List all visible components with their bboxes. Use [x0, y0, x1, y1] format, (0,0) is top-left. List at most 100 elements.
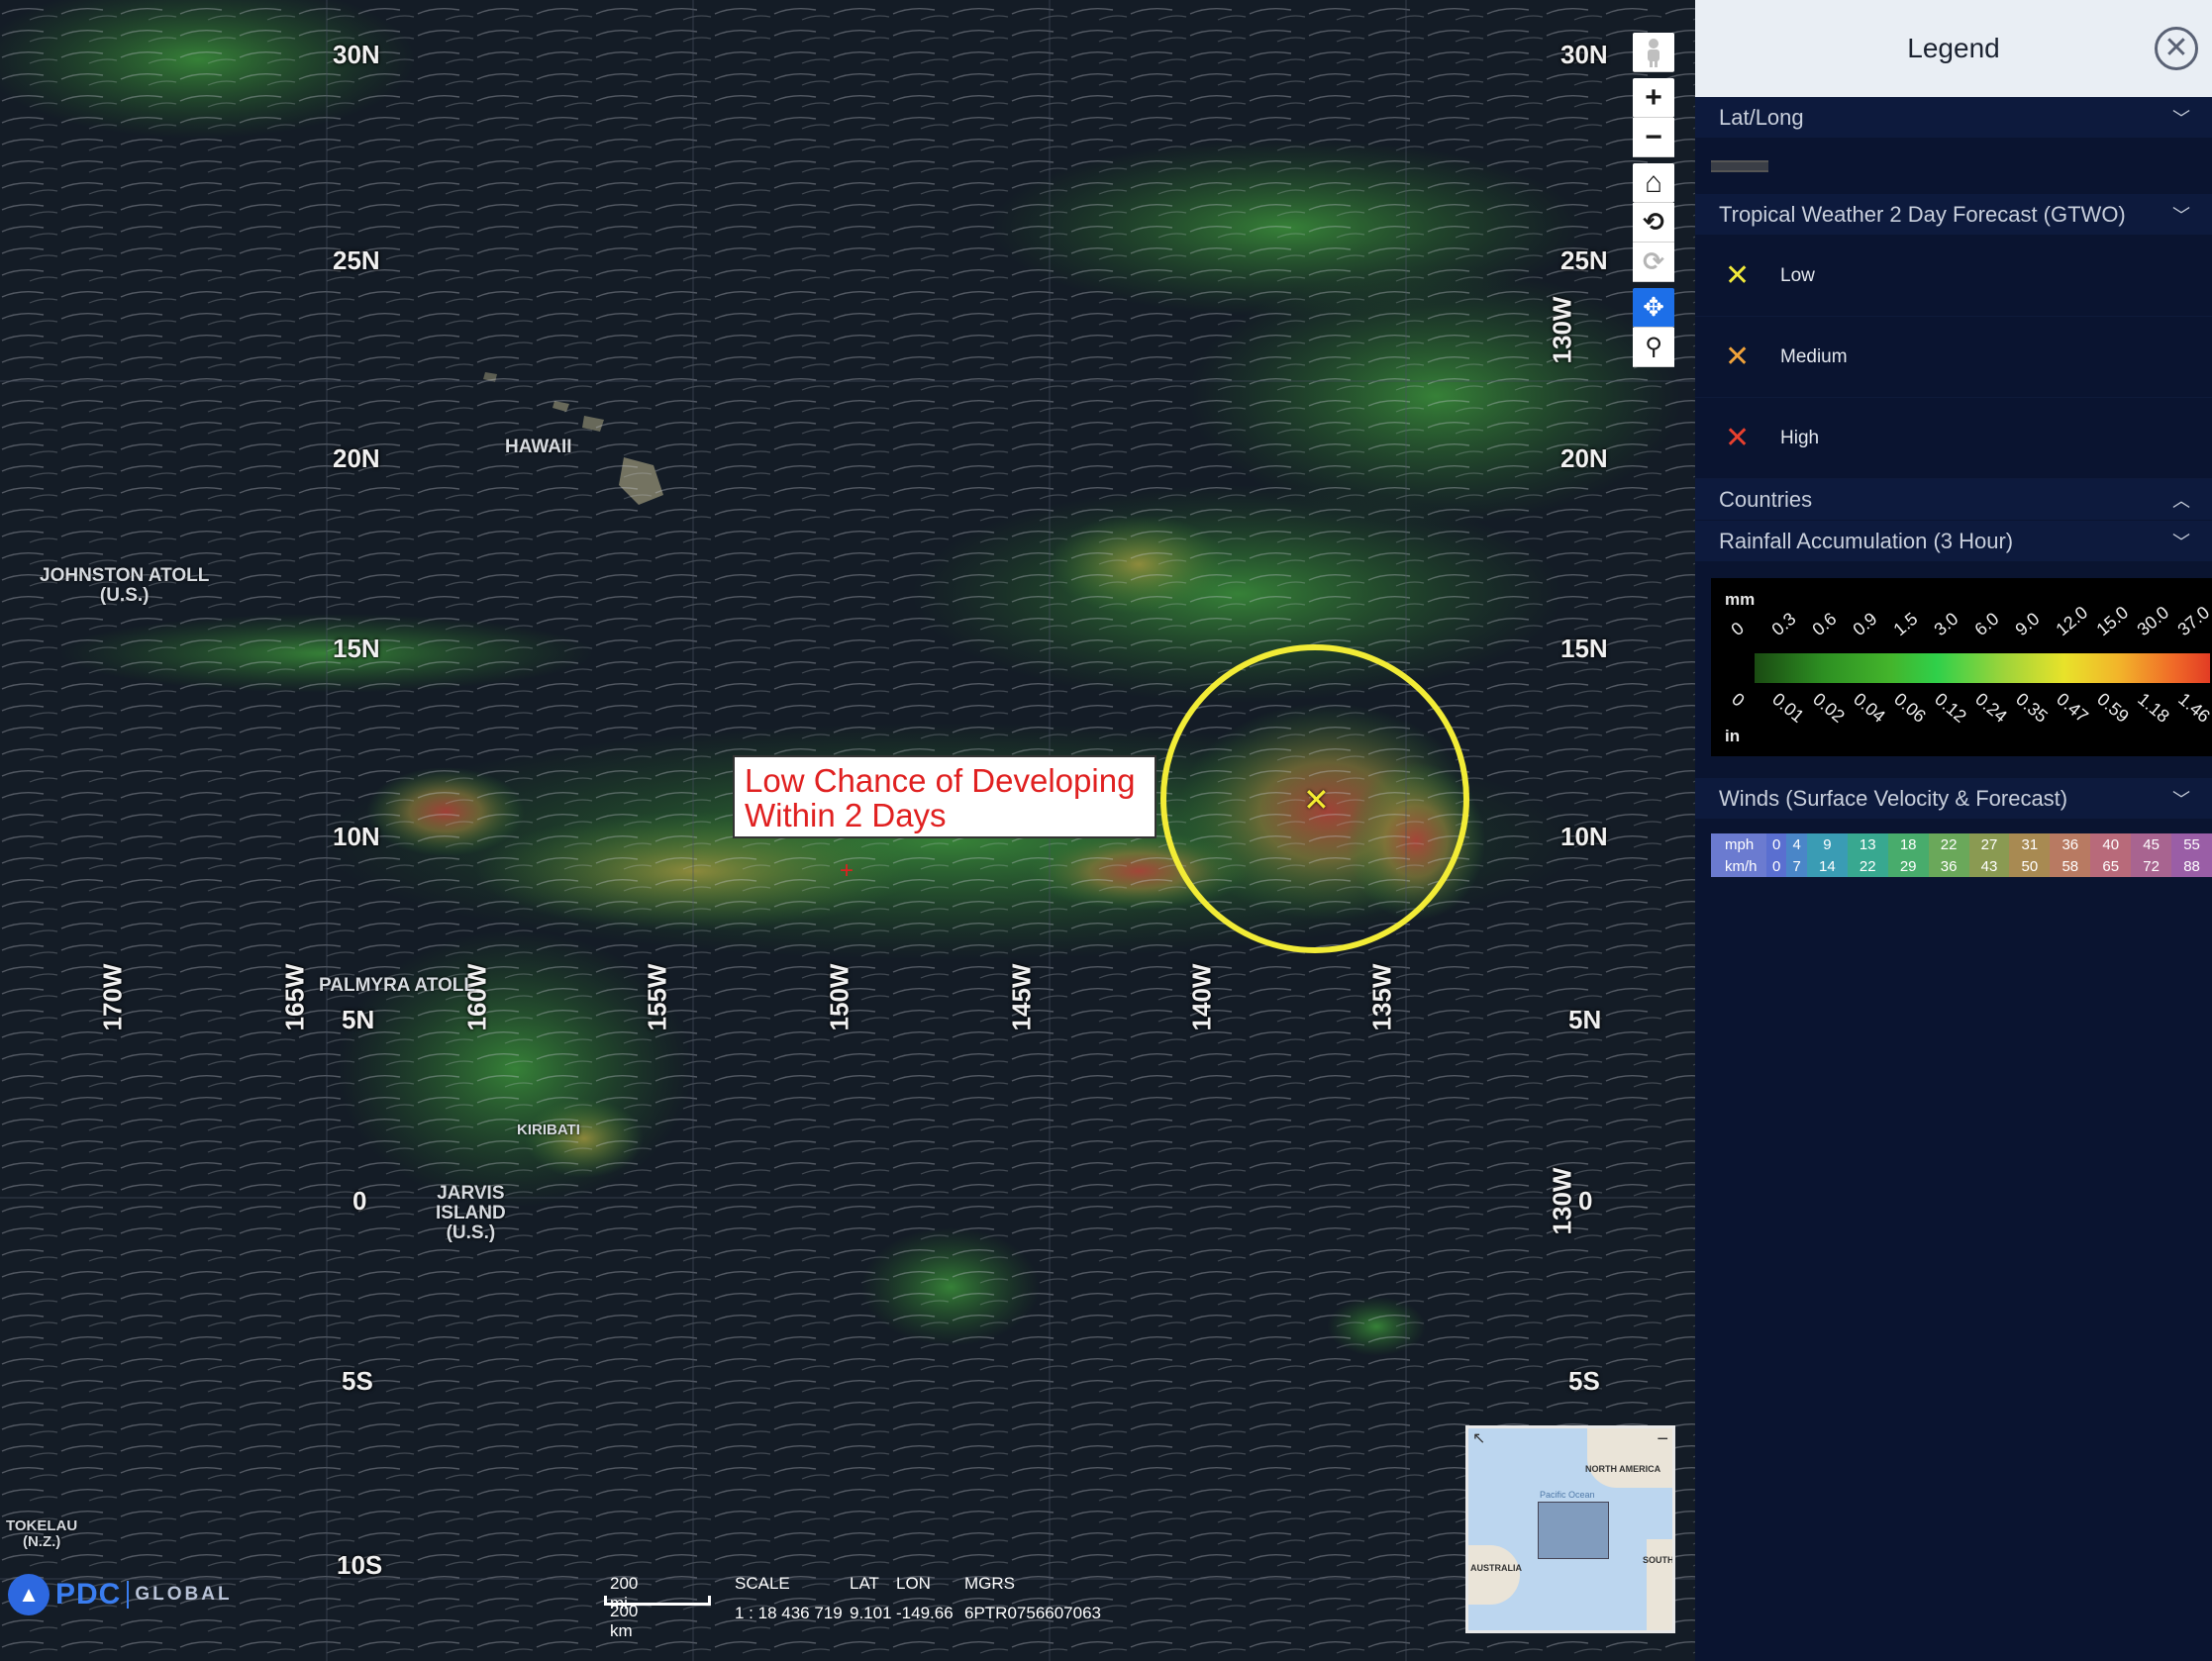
- rainfall-mm-tick: 0.3: [1767, 608, 1800, 640]
- rainfall-mm-tick: 0: [1727, 618, 1749, 640]
- low-marker-icon: ✕: [1725, 258, 1751, 292]
- lon-label-140w: 140W: [1186, 963, 1217, 1031]
- rainfall-mm-tick: 0.6: [1808, 608, 1841, 640]
- lon-label-145w: 145W: [1006, 963, 1037, 1031]
- section-latlong[interactable]: Lat/Long ﹀: [1695, 97, 2212, 139]
- overview-viewport[interactable]: [1538, 1502, 1609, 1559]
- wind-mph-cell: 40: [2090, 833, 2132, 855]
- section-countries[interactable]: Countries ︿: [1695, 479, 2212, 521]
- chevron-up-icon[interactable]: ︿: [2172, 487, 2190, 513]
- wind-mph-cell: 31: [2009, 833, 2051, 855]
- place-label-palmyra-atoll: PALMYRA ATOLL: [319, 975, 475, 996]
- wind-mph-cell: 36: [2050, 833, 2091, 855]
- scale-kilometers: 200 km: [610, 1602, 639, 1640]
- lat-label-20n: 20N: [333, 443, 380, 473]
- overview-expand-icon[interactable]: ↖: [1472, 1428, 1485, 1448]
- chevron-down-icon[interactable]: ﹀: [2172, 202, 2190, 228]
- chevron-down-icon[interactable]: ﹀: [2172, 529, 2190, 554]
- rotate-right-icon[interactable]: ⟳: [1633, 243, 1674, 282]
- gtwo-label-high: High: [1780, 427, 1820, 448]
- lon-label-155w: 155W: [642, 963, 672, 1031]
- close-legend-button[interactable]: ✕: [2155, 27, 2198, 70]
- wind-speed-scale: mph 0 4 9 13 18 22 27 31 36 40 45 55 km/h 0 7 14 22 29 3…: [1711, 833, 2212, 877]
- rainfall-in-tick: 1.46: [2174, 689, 2212, 727]
- rainfall-mm-tick: 0.9: [1849, 608, 1881, 640]
- lon-header: LON: [896, 1574, 931, 1593]
- rainfall-in-tick: 0: [1728, 689, 1749, 711]
- gtwo-item-low: ✕ Low: [1695, 236, 2212, 317]
- rainfall-in-tick: 0.47: [2053, 689, 2092, 727]
- zoom-in-button[interactable]: +: [1633, 78, 1674, 118]
- scale-header: SCALE: [735, 1574, 790, 1593]
- pan-icon[interactable]: ✥: [1633, 288, 1674, 328]
- street-view-person-icon[interactable]: [1633, 33, 1674, 72]
- lat-label-5s: 5S: [342, 1366, 373, 1396]
- section-gtwo-label: Tropical Weather 2 Day Forecast (GTWO): [1719, 201, 2126, 227]
- rotate-left-icon[interactable]: ⟲: [1633, 203, 1674, 243]
- overview-label-ocean: Pacific Ocean: [1540, 1490, 1595, 1500]
- latlong-line-swatch: [1711, 160, 1768, 172]
- rainfall-in-tick: 0.04: [1850, 689, 1889, 727]
- wind-kmh-cell: 14: [1806, 855, 1848, 877]
- wind-kmh-label: km/h: [1711, 855, 1766, 877]
- lat-label-5n: 5N: [342, 1005, 375, 1034]
- lat-value: 9.101: [850, 1604, 892, 1622]
- lat-label-30n-right: 30N: [1560, 40, 1608, 69]
- lat-label-30n: 30N: [333, 40, 380, 69]
- chevron-down-icon[interactable]: ﹀: [2172, 105, 2190, 131]
- medium-marker-icon: ✕: [1725, 340, 1751, 373]
- mgrs-value: 6PTR0756607063: [964, 1604, 1102, 1622]
- section-gtwo[interactable]: Tropical Weather 2 Day Forecast (GTWO) ﹀: [1695, 194, 2212, 236]
- lat-label-25n-right: 25N: [1560, 245, 1608, 275]
- wind-mph-cell: 27: [1968, 833, 2010, 855]
- rainfall-mm-tick: 15.0: [2092, 602, 2133, 640]
- overview-map[interactable]: NORTH AMERICA AUSTRALIA SOUTH Pacific Oc…: [1465, 1425, 1675, 1633]
- lat-label-10n-right: 10N: [1560, 822, 1608, 851]
- wind-kmh-cell: 7: [1786, 855, 1807, 877]
- rainfall-mm-tick: 9.0: [2011, 608, 2044, 640]
- wind-mph-cell: 18: [1887, 833, 1929, 855]
- pdc-logo-icon: ▲: [8, 1574, 50, 1615]
- rainfall-in-tick: 0.12: [1931, 689, 1970, 727]
- overview-collapse-button[interactable]: −: [1657, 1428, 1668, 1451]
- legend-panel: Legend ✕ Lat/Long ﹀ Tropical Weather 2 D…: [1695, 0, 2212, 1661]
- rainfall-in-tick: 0.24: [1971, 689, 2011, 727]
- zoom-out-button[interactable]: −: [1633, 118, 1674, 157]
- rainfall-mm-tick: 1.5: [1889, 608, 1922, 640]
- legend-header: Legend ✕: [1695, 0, 2212, 97]
- wind-kmh-cell: 36: [1928, 855, 1969, 877]
- overview-land-australia: [1468, 1545, 1520, 1605]
- wind-mph-cell: 45: [2131, 833, 2172, 855]
- lat-label-20n-right: 20N: [1560, 443, 1608, 473]
- lon-label-165w: 165W: [279, 963, 310, 1031]
- storm-low-marker-icon[interactable]: ✕: [1303, 784, 1330, 816]
- lat-label-15n-right: 15N: [1560, 634, 1608, 663]
- rainfall-in-tick: 0.02: [1809, 689, 1849, 727]
- zoom-box-icon[interactable]: ⚲: [1633, 328, 1674, 367]
- crosshair-cursor-icon: +: [840, 857, 855, 884]
- rainfall-gradient: [1755, 653, 2210, 683]
- section-rainfall[interactable]: Rainfall Accumulation (3 Hour) ﹀: [1695, 521, 2212, 562]
- section-rainfall-label: Rainfall Accumulation (3 Hour): [1719, 528, 2014, 553]
- gtwo-item-high: ✕ High: [1695, 398, 2212, 479]
- lon-label-160w: 160W: [461, 963, 492, 1031]
- rainfall-mm-tick: 6.0: [1970, 608, 2003, 640]
- wind-kmh-cell: 72: [2131, 855, 2172, 877]
- scale-value: 1 : 18 436 719: [735, 1604, 843, 1622]
- section-latlong-label: Lat/Long: [1719, 104, 1804, 130]
- chevron-down-icon[interactable]: ﹀: [2172, 786, 2190, 812]
- lon-label-130w-bottom: 130W: [1547, 1167, 1577, 1235]
- section-winds[interactable]: Winds (Surface Velocity & Forecast) ﹀: [1695, 778, 2212, 820]
- home-icon[interactable]: ⌂: [1633, 163, 1674, 203]
- wind-mph-cell: 13: [1847, 833, 1888, 855]
- place-label-johnston-atoll: JOHNSTON ATOLL (U.S.): [40, 565, 210, 606]
- rainfall-mm-tick: 30.0: [2133, 602, 2173, 640]
- rainfall-in-tick: 1.18: [2134, 689, 2173, 727]
- rainfall-in-tick: 0.59: [2093, 689, 2133, 727]
- wind-kmh-cell: 88: [2171, 855, 2212, 877]
- lat-label-5n-right: 5N: [1568, 1005, 1602, 1034]
- rainfall-mm-tick: 12.0: [2052, 602, 2092, 640]
- wind-kmh-cell: 50: [2009, 855, 2051, 877]
- wind-kmh-cell: 65: [2090, 855, 2132, 877]
- map-canvas[interactable]: 30N 25N 20N 15N 10N 5N 0 5S 10S 30N 25N …: [0, 0, 1695, 1661]
